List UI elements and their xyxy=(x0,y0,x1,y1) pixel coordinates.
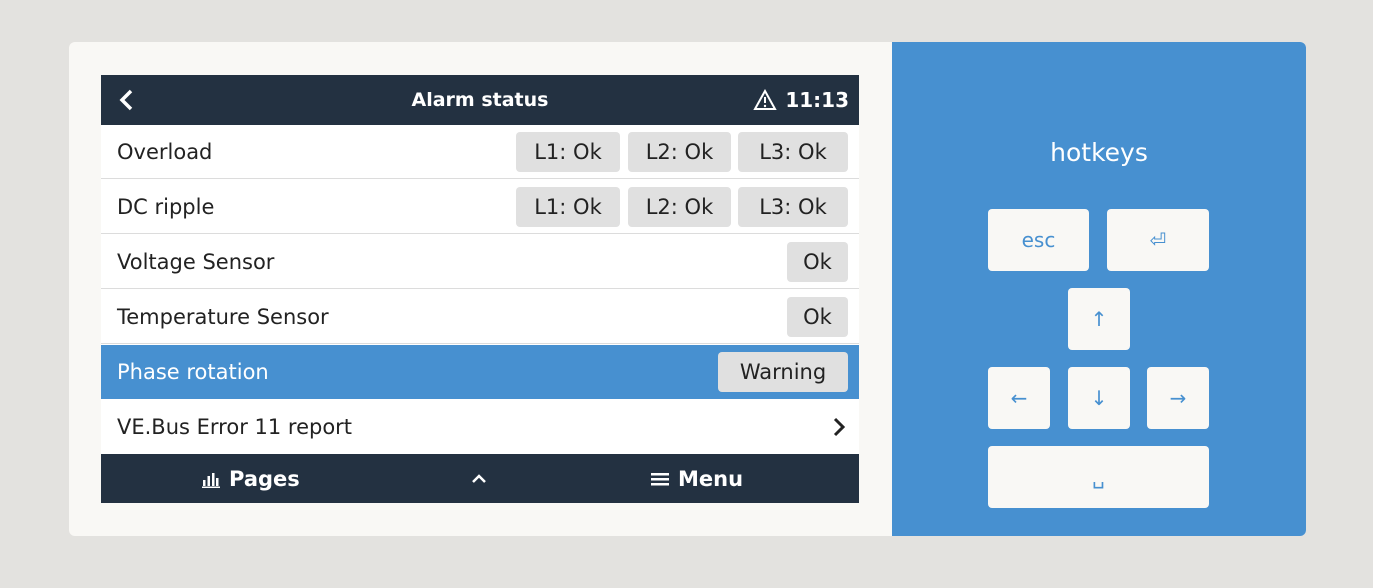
row-label: Voltage Sensor xyxy=(117,250,275,274)
alarm-row-dc-ripple[interactable]: DC ripple L1: Ok L2: Ok L3: Ok xyxy=(101,180,859,234)
status-pill: L2: Ok xyxy=(628,132,731,172)
device-screen: Alarm status 11:13 Overload L1: Ok L2: O… xyxy=(101,75,859,503)
page-title: Alarm status xyxy=(411,89,549,111)
arrow-right-icon: → xyxy=(1169,386,1187,410)
left-arrow-key[interactable]: ← xyxy=(988,367,1050,429)
up-arrow-key[interactable]: ↑ xyxy=(1068,288,1130,350)
arrow-down-icon: ↓ xyxy=(1090,386,1108,410)
space-icon: ␣ xyxy=(1092,465,1105,489)
clock: 11:13 xyxy=(785,88,849,112)
menu-button[interactable]: Menu xyxy=(650,454,743,503)
status-pill: L3: Ok xyxy=(738,187,848,227)
status-bar: Alarm status 11:13 xyxy=(101,75,859,125)
alarm-row-error-report[interactable]: VE.Bus Error 11 report xyxy=(101,400,859,454)
space-key[interactable]: ␣ xyxy=(988,446,1209,508)
enter-key[interactable]: ⏎ xyxy=(1107,209,1209,271)
chevron-up-icon xyxy=(472,473,486,483)
warning-pill: Warning xyxy=(718,352,848,392)
bottom-nav: Pages Menu xyxy=(101,454,859,503)
menu-label: Menu xyxy=(678,466,744,491)
status-pill: L1: Ok xyxy=(516,187,620,227)
hotkeys-title: hotkeys xyxy=(1050,138,1148,167)
row-label: Overload xyxy=(117,140,213,164)
up-button[interactable] xyxy=(469,454,489,503)
pages-label: Pages xyxy=(229,466,300,491)
warning-triangle-icon xyxy=(753,89,778,110)
esc-label: esc xyxy=(1021,228,1056,252)
status-right: 11:13 xyxy=(753,75,849,125)
down-arrow-key[interactable]: ↓ xyxy=(1068,367,1130,429)
bar-chart-icon xyxy=(202,472,220,488)
hotkeys-panel: hotkeys esc ⏎ ↑ ← ↓ → ␣ xyxy=(892,42,1306,536)
status-pill: L2: Ok xyxy=(628,187,731,227)
enter-icon: ⏎ xyxy=(1149,228,1167,252)
status-pill: Ok xyxy=(787,297,848,337)
row-label: Phase rotation xyxy=(117,360,269,384)
alarm-row-temperature-sensor[interactable]: Temperature Sensor Ok xyxy=(101,290,859,344)
status-pill: Ok xyxy=(787,242,848,282)
arrow-left-icon: ← xyxy=(1010,386,1028,410)
alarm-row-overload[interactable]: Overload L1: Ok L2: Ok L3: Ok xyxy=(101,125,859,179)
arrow-up-icon: ↑ xyxy=(1090,307,1108,331)
status-pill: L1: Ok xyxy=(516,132,620,172)
row-label: Temperature Sensor xyxy=(117,305,329,329)
esc-key[interactable]: esc xyxy=(988,209,1089,271)
hamburger-menu-icon xyxy=(651,472,669,485)
status-pill: L3: Ok xyxy=(738,132,848,172)
pages-button[interactable]: Pages xyxy=(201,454,300,503)
alarm-row-voltage-sensor[interactable]: Voltage Sensor Ok xyxy=(101,235,859,289)
row-label: DC ripple xyxy=(117,195,215,219)
row-label: VE.Bus Error 11 report xyxy=(117,415,353,439)
alarm-row-phase-rotation[interactable]: Phase rotation Warning xyxy=(101,345,859,399)
right-arrow-key[interactable]: → xyxy=(1147,367,1209,429)
chevron-right-icon xyxy=(833,417,846,437)
